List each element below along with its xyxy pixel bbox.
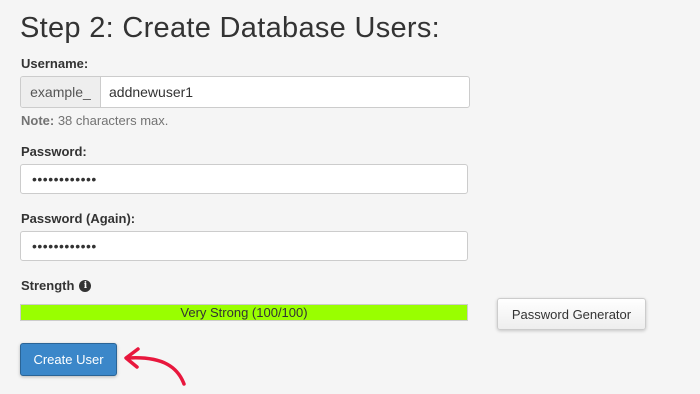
- info-icon[interactable]: i: [79, 279, 92, 292]
- username-label: Username:: [21, 56, 89, 71]
- username-input[interactable]: addnewuser1: [101, 77, 469, 107]
- page-title: Step 2: Create Database Users:: [20, 12, 441, 44]
- username-prefix: example_: [21, 77, 101, 107]
- note-text: 38 characters max.: [54, 113, 169, 128]
- password-label: Password:: [21, 144, 87, 159]
- strength-text: Very Strong (100/100): [180, 305, 308, 320]
- password-again-input[interactable]: ••••••••••••: [20, 231, 468, 261]
- username-note: Note: 38 characters max.: [21, 113, 168, 128]
- strength-label-row: Strength i: [21, 278, 92, 293]
- annotation-arrow-icon: [124, 347, 186, 386]
- strength-label: Strength: [21, 278, 75, 293]
- note-label: Note:: [21, 113, 55, 128]
- strength-meter: Very Strong (100/100): [20, 304, 468, 321]
- password-again-label: Password (Again):: [21, 211, 136, 226]
- username-input-group: example_ addnewuser1: [20, 76, 470, 108]
- create-user-button[interactable]: Create User: [20, 343, 117, 376]
- password-generator-button[interactable]: Password Generator: [497, 298, 646, 330]
- password-input[interactable]: ••••••••••••: [20, 164, 468, 194]
